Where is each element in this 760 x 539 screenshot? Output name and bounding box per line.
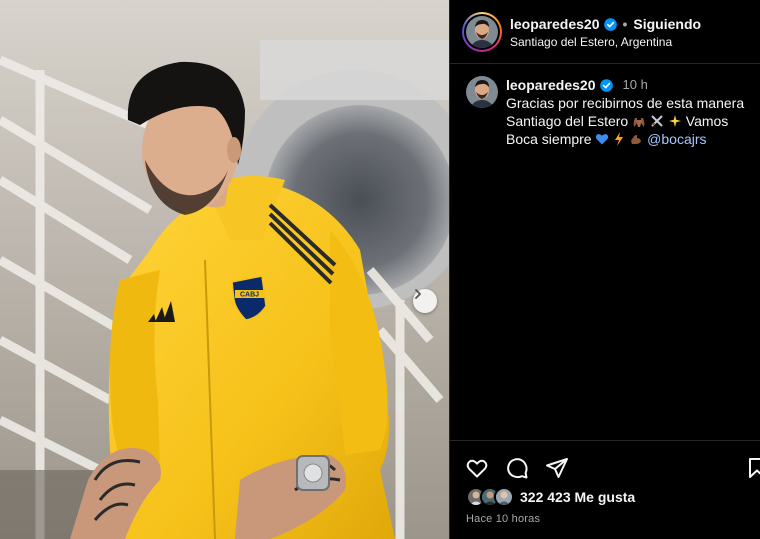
caption-time[interactable]: 10 h — [623, 76, 648, 94]
caption-line-2: Santiago del Estero Vamos — [506, 112, 760, 130]
verified-badge-icon — [603, 17, 617, 31]
separator-dot: • — [622, 16, 628, 32]
caption-line-2-after: Vamos — [685, 113, 729, 129]
sparkles-emoji-icon — [668, 115, 681, 127]
likes-summary[interactable]: 322 423 Me gusta — [466, 487, 635, 507]
chevron-right-icon — [415, 289, 421, 299]
flexed-biceps-emoji-icon — [631, 135, 642, 144]
lightning-emoji-icon — [615, 132, 624, 146]
comment-button[interactable] — [504, 455, 530, 481]
heart-icon — [466, 459, 488, 478]
comment-icon — [507, 458, 528, 479]
caption-line-3: Boca siempre @bocajrs — [506, 130, 760, 148]
verified-badge-icon — [599, 78, 613, 92]
liker-avatars — [466, 487, 518, 507]
post-photo[interactable]: CABJ — [0, 0, 449, 539]
author-username[interactable]: leoparedes20 — [510, 15, 600, 33]
caption-text: Gracias por recibirnos de esta manera Sa… — [506, 94, 760, 148]
post-header: leoparedes20 • Siguiendo Santiago del Es… — [450, 0, 760, 64]
post-actions: 322 423 Me gusta Hace 10 horas — [450, 440, 760, 539]
caption-line-1: Gracias por recibirnos de esta manera — [506, 95, 745, 111]
avatar-image — [466, 16, 498, 48]
crest-text: CABJ — [240, 292, 259, 299]
likes-count-number: 322 423 — [520, 489, 571, 505]
caption-line-3-text: Boca siempre — [506, 131, 592, 147]
like-button[interactable] — [464, 455, 490, 481]
mention-link[interactable]: @bocajrs — [647, 131, 706, 147]
crossed-swords-emoji-icon — [651, 115, 663, 127]
send-icon — [546, 458, 568, 478]
avatar-image — [466, 76, 498, 108]
carousel-next-button[interactable] — [413, 289, 437, 313]
photo-scene: CABJ — [0, 0, 449, 539]
following-button[interactable]: Siguiendo — [633, 15, 701, 33]
liker-avatar — [494, 487, 514, 507]
save-button[interactable] — [744, 455, 760, 481]
post-timestamp[interactable]: Hace 10 horas — [466, 513, 540, 525]
caption-username[interactable]: leoparedes20 — [506, 76, 596, 94]
likes-count[interactable]: 322 423 Me gusta — [520, 489, 635, 505]
bookmark-icon — [749, 458, 760, 478]
caption-avatar[interactable] — [466, 76, 498, 108]
post-details-panel: leoparedes20 • Siguiendo Santiago del Es… — [449, 0, 760, 539]
caption-line-2-text: Santiago del Estero — [506, 113, 629, 129]
author-avatar[interactable] — [462, 12, 502, 52]
raised-hands-emoji-icon — [633, 118, 645, 127]
share-button[interactable] — [544, 455, 570, 481]
blue-heart-emoji-icon — [596, 134, 609, 145]
post-location[interactable]: Santiago del Estero, Argentina — [510, 34, 701, 50]
likes-count-label: Me gusta — [574, 489, 636, 505]
